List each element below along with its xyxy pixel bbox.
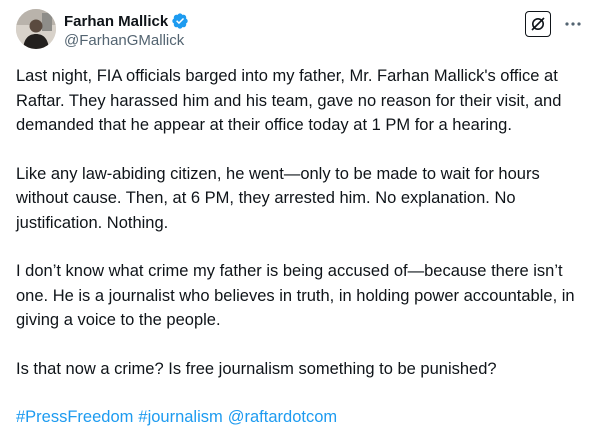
more-options-button[interactable] xyxy=(563,14,583,34)
hashtag-row: #PressFreedom #journalism @raftardotcom xyxy=(16,405,586,430)
hashtag-pressfreedom-link[interactable]: #PressFreedom xyxy=(16,405,133,430)
mention-raftardotcom-link[interactable]: @raftardotcom xyxy=(228,405,337,430)
avatar[interactable] xyxy=(16,9,56,49)
ellipsis-icon xyxy=(565,22,581,26)
tweet-paragraph: Last night, FIA officials barged into my… xyxy=(16,67,562,134)
author-handle[interactable]: @FarhanGMallick xyxy=(64,32,184,49)
tweet-paragraph: Like any law-abiding citizen, he went—on… xyxy=(16,164,540,232)
verified-badge-icon xyxy=(172,13,188,29)
tweet-paragraph: Is that now a crime? Is free journalism … xyxy=(16,359,497,378)
author-display-name[interactable]: Farhan Mallick xyxy=(64,13,168,30)
hashtag-journalism-link[interactable]: #journalism xyxy=(138,405,222,430)
grok-slash-icon xyxy=(531,17,545,31)
profile-photo xyxy=(16,9,56,49)
tweet-paragraph: I don’t know what crime my father is bei… xyxy=(16,262,575,329)
author-name-row: Farhan Mallick xyxy=(64,11,189,31)
tweet-body: Last night, FIA officials barged into my… xyxy=(16,64,586,430)
grok-button[interactable] xyxy=(525,11,551,37)
tweet-header: Farhan Mallick @FarhanGMallick xyxy=(0,0,599,60)
